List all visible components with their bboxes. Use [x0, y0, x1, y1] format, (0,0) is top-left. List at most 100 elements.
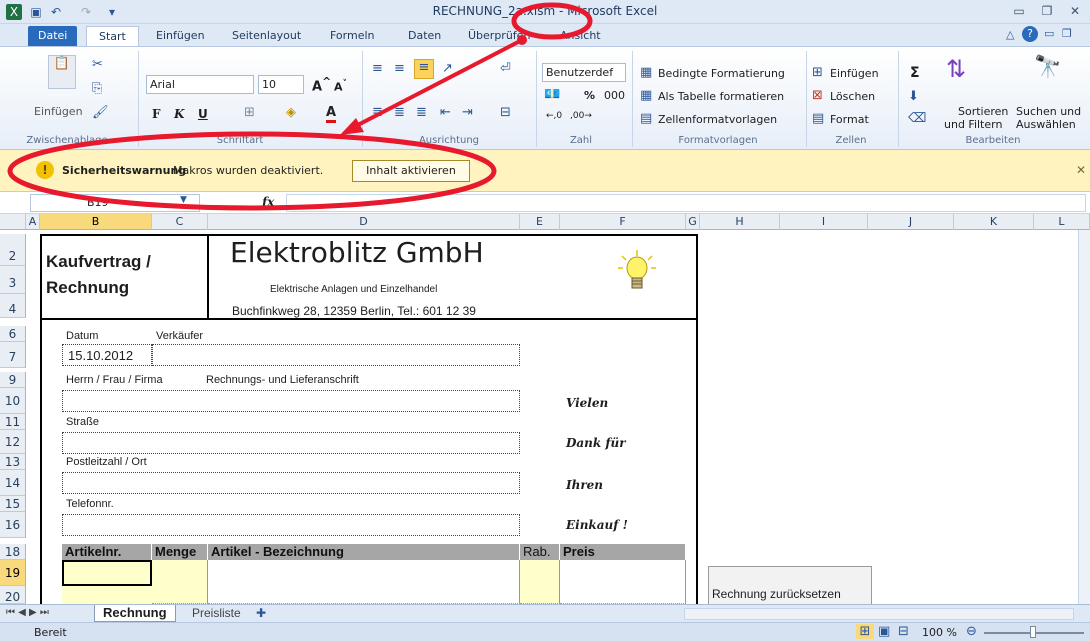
street-field[interactable] [62, 432, 520, 454]
copy-icon[interactable]: ⎘ [92, 81, 102, 96]
selected-cell-b19[interactable] [62, 560, 152, 586]
align-left-icon[interactable]: ≣ [372, 105, 383, 120]
col-header-g[interactable]: G [686, 214, 700, 230]
sheet-tab-rechnung[interactable]: Rechnung [94, 605, 176, 622]
namebox-dropdown-icon[interactable]: ▼ [180, 195, 187, 205]
tab-start[interactable]: Start [86, 26, 139, 46]
merge-center-icon[interactable]: ⊟ [500, 105, 511, 120]
clear-icon[interactable]: ⌫ [908, 111, 926, 126]
find-select-icon[interactable]: 🔭 [1034, 55, 1061, 80]
paste-button[interactable]: Einfügen [34, 105, 83, 118]
align-bottom-icon[interactable]: ≡ [414, 59, 434, 79]
minimize-icon[interactable]: ▭ [1006, 2, 1032, 20]
zoom-level[interactable]: 100 % [922, 626, 957, 639]
align-right-icon[interactable]: ≣ [416, 105, 427, 120]
conditional-format-icon[interactable]: ▦ [640, 65, 652, 80]
align-top-icon[interactable]: ≡ [372, 61, 383, 76]
formula-input[interactable] [286, 194, 1086, 212]
reset-invoice-button[interactable]: Rechnung zurücksetzen [708, 566, 872, 604]
workbook-restore-icon[interactable]: ❐ [1062, 27, 1072, 40]
insert-sheet-icon[interactable]: ✚ [256, 606, 266, 620]
page-layout-view-icon[interactable]: ▣ [878, 624, 890, 639]
find-label-1[interactable]: Suchen und [1016, 105, 1081, 118]
font-size-select[interactable]: 10 [258, 75, 304, 94]
zoom-out-icon[interactable]: ⊖ [966, 624, 977, 639]
description-cell[interactable] [208, 560, 520, 604]
format-cells-button[interactable]: Format [830, 113, 869, 126]
sheet-tab-preisliste[interactable]: Preisliste [184, 606, 249, 622]
insert-cells-button[interactable]: Einfügen [830, 67, 879, 80]
cut-icon[interactable]: ✂ [92, 57, 103, 72]
delete-cells-icon[interactable]: ⊠ [812, 88, 823, 103]
row-header[interactable]: 7 [0, 342, 26, 368]
quantity-cell[interactable] [152, 560, 208, 604]
col-header-b[interactable]: B [40, 214, 152, 230]
decrease-indent-icon[interactable]: ⇤ [440, 105, 451, 120]
align-center-icon[interactable]: ≣ [394, 105, 405, 120]
row-header[interactable]: 9 [0, 372, 26, 388]
orientation-icon[interactable]: ↗ [442, 61, 453, 76]
normal-view-icon[interactable]: ⊞ [856, 624, 874, 639]
row-header[interactable]: 13 [0, 454, 26, 470]
font-name-select[interactable]: Arial [146, 75, 254, 94]
borders-icon[interactable]: ⊞ [244, 105, 255, 120]
article-cell[interactable] [62, 586, 152, 604]
percent-button[interactable]: % [584, 89, 595, 102]
row-header[interactable]: 2 [0, 234, 26, 266]
format-as-table-button[interactable]: Als Tabelle formatieren [658, 90, 784, 103]
delete-cells-button[interactable]: Löschen [830, 90, 875, 103]
help-icon[interactable]: ? [1022, 26, 1038, 42]
align-middle-icon[interactable]: ≡ [394, 61, 405, 76]
discount-cell[interactable] [520, 560, 560, 604]
format-as-table-icon[interactable]: ▦ [640, 88, 652, 103]
cell-styles-button[interactable]: Zellenformatvorlagen [658, 113, 777, 126]
col-header-f[interactable]: F [560, 214, 686, 230]
tab-ansicht[interactable]: Ansicht [548, 26, 613, 46]
tab-einfuegen[interactable]: Einfügen [144, 26, 217, 46]
tab-seitenlayout[interactable]: Seitenlayout [220, 26, 313, 46]
row-header[interactable]: 14 [0, 470, 26, 496]
worksheet-grid[interactable]: A B C D E F G H I J K L 2 3 4 6 7 9 10 1… [0, 214, 1090, 604]
customer-field[interactable] [62, 390, 520, 412]
format-painter-icon[interactable]: 🖌 [92, 105, 109, 120]
price-cell[interactable] [560, 560, 686, 604]
conditional-format-button[interactable]: Bedingte Formatierung [658, 67, 785, 80]
row-header[interactable]: 10 [0, 388, 26, 414]
increase-decimal-icon[interactable]: ←,0 [546, 111, 562, 121]
paste-icon[interactable]: 📋 [48, 55, 76, 89]
insert-cells-icon[interactable]: ⊞ [812, 65, 823, 80]
cell-styles-icon[interactable]: ▤ [640, 111, 652, 126]
close-bar-icon[interactable]: ✕ [1076, 163, 1086, 177]
shrink-font-icon[interactable]: A˅ [334, 78, 347, 94]
bold-button[interactable]: F [152, 107, 161, 121]
row-header[interactable]: 11 [0, 414, 26, 430]
increase-indent-icon[interactable]: ⇥ [462, 105, 473, 120]
italic-button[interactable]: K [174, 107, 184, 121]
currency-icon[interactable]: 💶 [544, 87, 560, 102]
col-header-j[interactable]: J [868, 214, 954, 230]
col-header-h[interactable]: H [700, 214, 780, 230]
col-header-i[interactable]: I [780, 214, 868, 230]
col-header-l[interactable]: L [1034, 214, 1090, 230]
find-label-2[interactable]: Auswählen [1016, 118, 1076, 131]
sort-filter-icon[interactable]: ⇅ [946, 55, 966, 83]
name-box[interactable]: B19 [30, 194, 200, 212]
row-header[interactable]: 15 [0, 496, 26, 512]
enable-content-button[interactable]: Inhalt aktivieren [352, 160, 470, 182]
number-format-select[interactable]: Benutzerdef [542, 63, 626, 82]
fill-color-icon[interactable]: ◈ [286, 105, 296, 120]
restore-icon[interactable]: ❐ [1034, 2, 1060, 20]
wrap-text-icon[interactable]: ⏎ [500, 61, 511, 76]
tab-daten[interactable]: Daten [396, 26, 453, 46]
ribbon-minimize-icon[interactable]: △ [1006, 28, 1014, 41]
sort-label-1[interactable]: Sortieren [958, 105, 1008, 118]
col-header-d[interactable]: D [208, 214, 520, 230]
workbook-minimize-icon[interactable]: ▭ [1044, 27, 1054, 40]
underline-button[interactable]: U [198, 107, 208, 121]
zip-city-field[interactable] [62, 472, 520, 494]
horizontal-scrollbar[interactable] [684, 608, 1074, 620]
row-header[interactable]: 18 [0, 544, 26, 560]
vertical-scrollbar[interactable] [1078, 230, 1090, 604]
autosum-button[interactable]: Σ [910, 65, 920, 81]
sort-label-2[interactable]: und Filtern [944, 118, 1002, 131]
